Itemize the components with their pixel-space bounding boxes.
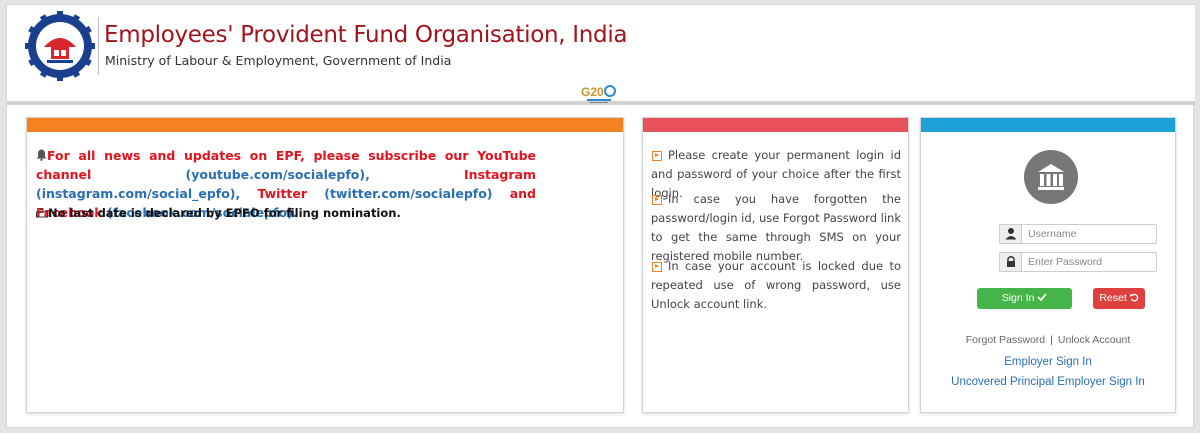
twitter-link[interactable]: (twitter.com/socialepfo): [324, 186, 492, 201]
uncovered-employer-sign-in-link[interactable]: Uncovered Principal Employer Sign In: [921, 376, 1175, 388]
play-square-icon: [652, 261, 662, 272]
news-panel: For all news and updates on EPF, please …: [26, 117, 624, 413]
ministry-subtitle: Ministry of Labour & Employment, Governm…: [105, 53, 452, 68]
info-panel: Please create your permanent login id an…: [642, 117, 909, 413]
play-square-icon: [652, 194, 662, 205]
login-panel: Sign In Reset Forgot Password | Unlock Acc…: [920, 117, 1176, 413]
sign-in-label: Sign In: [1001, 292, 1035, 304]
password-field-group: [999, 252, 1157, 272]
reset-label: Reset: [1099, 292, 1127, 304]
nomination-note: No last date is declared by EPFO for fil…: [36, 206, 401, 220]
g20-logo-text: G20: [581, 85, 604, 99]
bank-icon: [1038, 164, 1064, 190]
play-square-icon: [652, 150, 662, 161]
avatar: [1024, 150, 1078, 204]
account-links: Forgot Password | Unlock Account: [921, 334, 1175, 346]
username-field-group: [999, 224, 1157, 244]
sign-in-button[interactable]: Sign In: [977, 288, 1072, 309]
unlock-account-link[interactable]: Unlock Account: [1058, 334, 1130, 346]
info-item: In case you have forgotten the password/…: [651, 190, 901, 266]
news-panel-header: [27, 118, 623, 132]
twitter-label: Twitter: [257, 186, 308, 201]
site-header: Employees' Provident Fund Organisation, …: [7, 5, 1195, 105]
youtube-link[interactable]: (youtube.com/socialepfo),: [186, 167, 370, 182]
instagram-label: Instagram: [464, 167, 537, 182]
page-frame: Employees' Provident Fund Organisation, …: [6, 4, 1195, 428]
instagram-link[interactable]: (instagram.com/social_epfo),: [36, 186, 240, 201]
check-icon: [1037, 293, 1048, 302]
reset-button[interactable]: Reset: [1093, 288, 1145, 309]
link-separator: |: [1050, 334, 1053, 346]
org-title: Employees' Provident Fund Organisation, …: [104, 22, 628, 48]
username-input[interactable]: [1023, 225, 1155, 243]
login-panel-header: [921, 118, 1175, 132]
info-item-text: In case you have forgotten the password/…: [651, 192, 901, 263]
hand-pointer-icon: [36, 208, 48, 218]
lock-icon: [1000, 253, 1022, 271]
g20-logo-icon: G20: [581, 85, 616, 103]
forgot-password-link[interactable]: Forgot Password: [966, 334, 1045, 346]
epfo-logo-icon: [25, 11, 95, 81]
password-input[interactable]: [1023, 253, 1155, 271]
bell-icon: [36, 149, 47, 161]
header-divider: [98, 17, 99, 75]
employer-sign-in-link[interactable]: Employer Sign In: [921, 356, 1175, 368]
info-item: In case your account is locked due to re…: [651, 257, 901, 314]
info-item-text: In case your account is locked due to re…: [651, 259, 901, 311]
user-icon: [1000, 225, 1022, 243]
info-panel-header: [643, 118, 908, 132]
undo-icon: [1129, 293, 1138, 302]
nomination-note-text: No last date is declared by EPFO for fil…: [48, 206, 401, 220]
